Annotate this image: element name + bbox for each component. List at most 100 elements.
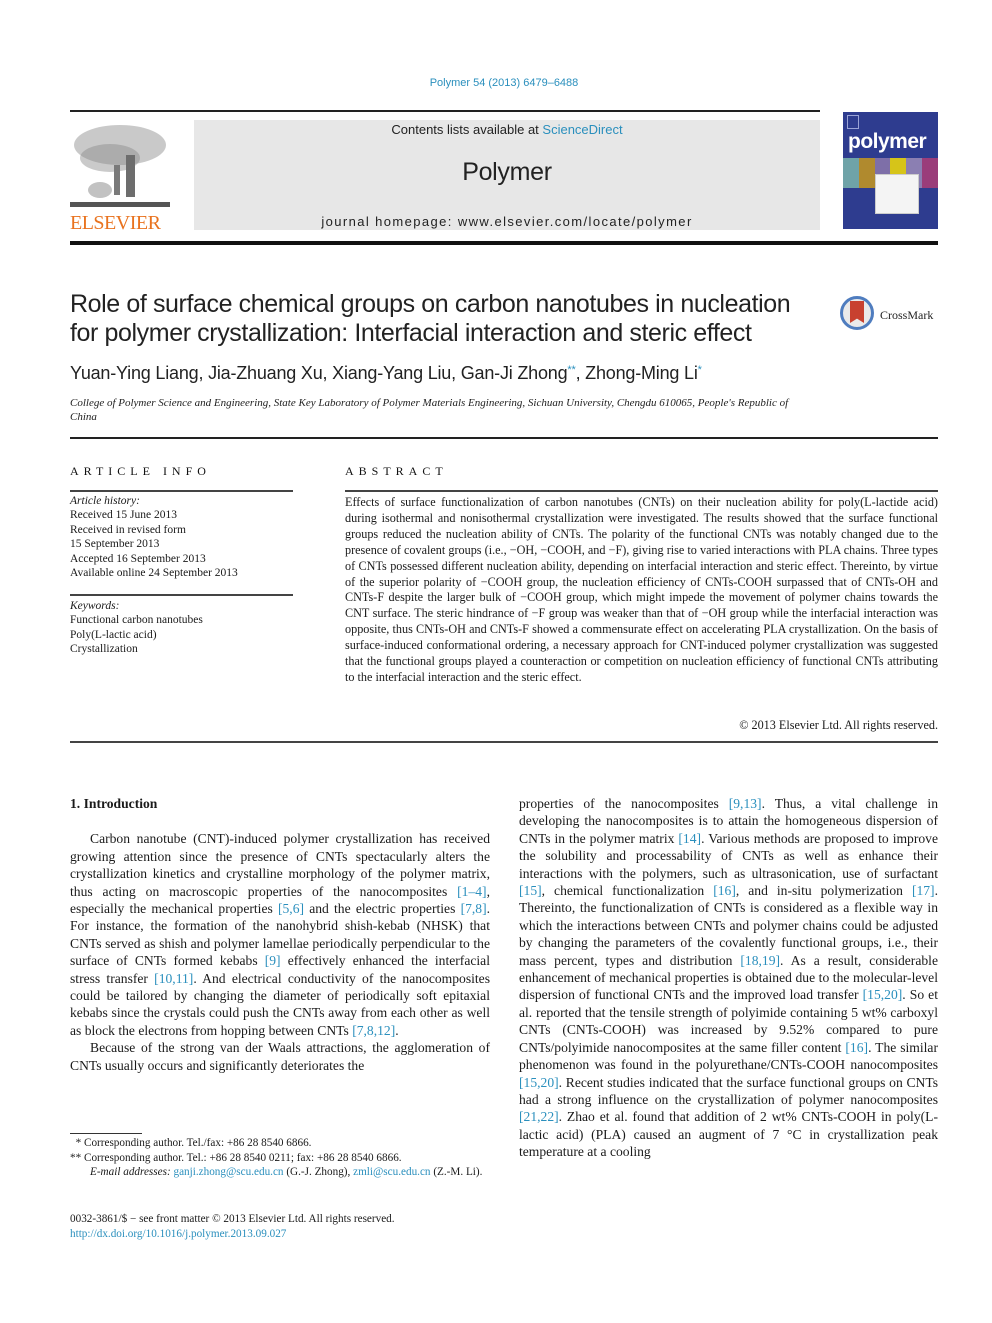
citation-link[interactable]: [10,11] xyxy=(154,971,193,986)
header-top-rule xyxy=(70,110,820,112)
email-link[interactable]: ganji.zhong@scu.edu.cn xyxy=(173,1166,283,1178)
text-run: , chemical functionalization xyxy=(541,883,714,899)
footnote-1: * Corresponding author. Tel./fax: +86 28… xyxy=(70,1136,490,1151)
keyword-item: Functional carbon nanotubes xyxy=(70,614,203,627)
citation-link[interactable]: [16] xyxy=(845,1040,868,1055)
keyword-item: Crystallization xyxy=(70,643,138,656)
text-run: . xyxy=(395,1022,399,1038)
history-item: Received 15 June 2013 xyxy=(70,509,177,522)
history-item: Accepted 16 September 2013 xyxy=(70,552,206,565)
abstract-heading: ABSTRACT xyxy=(345,464,448,478)
header-thick-rule xyxy=(70,241,938,245)
keywords: Keywords: Functional carbon nanotubes Po… xyxy=(70,599,300,657)
abstract-bottom-rule xyxy=(70,741,938,743)
body-paragraph: Because of the strong van der Waals attr… xyxy=(70,1039,490,1074)
citation-link[interactable]: [7,8] xyxy=(461,901,487,916)
citation-link[interactable]: [14] xyxy=(678,831,701,846)
issn-line: 0032-3861/$ − see front matter © 2013 El… xyxy=(70,1213,395,1225)
author-name: Jia-Zhuang Xu xyxy=(208,363,323,383)
crossmark-label: CrossMark xyxy=(880,308,934,322)
text-run: Carbon nanotube (CNT)-induced polymer cr… xyxy=(70,831,490,899)
email-owner: (Z.-M. Li). xyxy=(433,1166,483,1179)
text-run: . Zhao et al. found that addition of 2 w… xyxy=(519,1109,938,1160)
footnote-2: ** Corresponding author. Tel.: +86 28 85… xyxy=(70,1151,490,1166)
citation-link[interactable]: [15,20] xyxy=(519,1075,559,1090)
abstract-copyright: © 2013 Elsevier Ltd. All rights reserved… xyxy=(739,718,938,732)
cover-figure xyxy=(875,174,919,214)
footnote-text: Corresponding author. Tel.: +86 28 8540 … xyxy=(83,1151,402,1164)
author-name: Xiang-Yang Liu xyxy=(332,363,452,383)
citation-link[interactable]: [21,22] xyxy=(519,1109,559,1124)
author-name: Yuan-Ying Liang xyxy=(70,363,199,383)
contents-prefix: Contents lists available at xyxy=(391,122,543,137)
email-label: E-mail addresses: xyxy=(90,1166,171,1179)
article-info-heading: ARTICLE INFO xyxy=(70,464,211,478)
footnote-mark: ** xyxy=(70,1151,82,1164)
contents-line: Contents lists available at ScienceDirec… xyxy=(194,122,820,137)
journal-homepage: journal homepage: www.elsevier.com/locat… xyxy=(194,214,820,229)
journal-citation[interactable]: Polymer 54 (2013) 6479–6488 xyxy=(0,77,992,89)
left-paragraphs: Carbon nanotube (CNT)-induced polymer cr… xyxy=(70,830,490,1074)
citation-link[interactable]: [17] xyxy=(912,883,935,898)
keyword-item: Poly(L-lactic acid) xyxy=(70,628,157,641)
corresponding-author-mark[interactable]: * xyxy=(698,364,702,376)
history-item: Received in revised form xyxy=(70,523,186,536)
footnote-mark: * xyxy=(75,1137,82,1149)
abstract-rule xyxy=(345,490,938,492)
citation-link[interactable]: [18,19] xyxy=(740,953,780,968)
citation-link[interactable]: [15] xyxy=(519,883,542,898)
article-history: Article history: Received 15 June 2013 R… xyxy=(70,494,300,580)
citation-link[interactable]: [16] xyxy=(713,883,736,898)
homepage-url[interactable]: www.elsevier.com/locate/polymer xyxy=(458,214,693,229)
email-addresses: E-mail addresses: ganji.zhong@scu.edu.cn… xyxy=(70,1165,490,1180)
citation-link[interactable]: [15,20] xyxy=(863,987,903,1002)
author-name: Zhong-Ming Li xyxy=(585,363,698,383)
affiliation: College of Polymer Science and Engineeri… xyxy=(70,397,789,423)
affiliation-rule xyxy=(70,437,938,439)
email-link[interactable]: zmli@scu.edu.cn xyxy=(353,1166,430,1178)
corresponding-author-mark[interactable]: ** xyxy=(567,364,575,376)
body-column-left: 1. Introduction Carbon nanotube (CNT)-in… xyxy=(70,795,490,1074)
right-paragraphs: properties of the nanocomposites [9,13].… xyxy=(519,795,938,1161)
citation-link[interactable]: [9] xyxy=(265,953,281,968)
body-paragraph: properties of the nanocomposites [9,13].… xyxy=(519,795,938,1161)
homepage-prefix: journal homepage: xyxy=(321,214,458,229)
citation-link[interactable]: Polymer 54 (2013) 6479–6488 xyxy=(430,77,579,89)
sciencedirect-link[interactable]: ScienceDirect xyxy=(542,122,622,137)
body-column-right: properties of the nanocomposites [9,13].… xyxy=(519,795,938,1161)
doi-link[interactable]: http://dx.doi.org/10.1016/j.polymer.2013… xyxy=(70,1227,490,1242)
article-title: Role of surface chemical groups on carbo… xyxy=(70,290,791,347)
text-run: . Recent studies indicated that the surf… xyxy=(519,1074,938,1107)
cover-title: polymer xyxy=(848,130,927,153)
history-label: Article history: xyxy=(70,495,140,507)
author-name: Gan-Ji Zhong xyxy=(460,363,568,383)
text-run: and the electric properties xyxy=(304,901,461,917)
article-info-rule xyxy=(70,490,293,492)
cover-elsevier-mini-logo xyxy=(847,115,859,129)
section-heading-introduction: 1. Introduction xyxy=(70,796,158,811)
footnotes: * Corresponding author. Tel./fax: +86 28… xyxy=(70,1136,490,1180)
history-item: Available online 24 September 2013 xyxy=(70,567,238,580)
front-matter: 0032-3861/$ − see front matter © 2013 El… xyxy=(70,1212,490,1242)
keywords-label: Keywords: xyxy=(70,600,120,612)
body-paragraph: Carbon nanotube (CNT)-induced polymer cr… xyxy=(70,830,490,1039)
journal-cover-image[interactable]: polymer xyxy=(843,112,938,229)
citation-link[interactable]: [7,8,12] xyxy=(352,1023,395,1038)
journal-title: Polymer xyxy=(462,158,552,186)
citation-link[interactable]: [5,6] xyxy=(278,901,304,916)
text-run: Because of the strong van der Waals attr… xyxy=(70,1040,490,1073)
author-list: Yuan-Ying Liang, Jia-Zhuang Xu, Xiang-Ya… xyxy=(70,363,702,383)
abstract-text: Effects of surface functionalization of … xyxy=(345,495,938,684)
footnote-rule xyxy=(70,1133,142,1134)
journal-masthead: Contents lists available at ScienceDirec… xyxy=(194,120,820,230)
keywords-rule xyxy=(70,594,293,596)
text-run: properties of the nanocomposites xyxy=(519,796,729,811)
footnote-text: Corresponding author. Tel./fax: +86 28 8… xyxy=(83,1137,312,1149)
email-owner: (G.-J. Zhong), xyxy=(286,1166,351,1179)
text-run: , and in-situ polymerization xyxy=(735,883,912,899)
elsevier-wordmark: ELSEVIER xyxy=(70,212,161,234)
elsevier-logo[interactable]: ELSEVIER xyxy=(70,120,172,234)
citation-link[interactable]: [9,13] xyxy=(729,796,762,811)
citation-link[interactable]: [1–4] xyxy=(457,884,486,899)
crossmark-badge[interactable]: CrossMark xyxy=(840,296,950,336)
